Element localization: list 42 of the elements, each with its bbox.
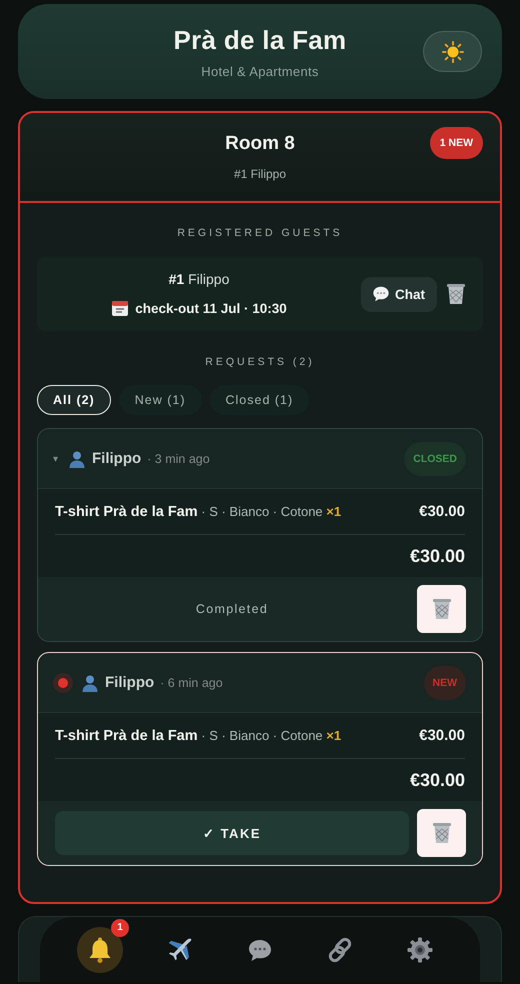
product-line: T-shirt Prà de la Fam · S · Bianco · Cotone ×1 (55, 504, 342, 520)
calendar-icon (111, 299, 130, 317)
notification-badge: 1 (111, 918, 129, 936)
request-time: · 3 min ago (147, 452, 211, 466)
guest-name: #1 Filippo (168, 271, 230, 287)
checkout-time: check-out 11 Jul · 10:30 (135, 300, 287, 316)
total-price: €30.00 (408, 544, 465, 568)
request-time: · 6 min ago (160, 676, 224, 690)
chat-button[interactable]: Chat (361, 276, 437, 312)
gear-icon (406, 936, 434, 964)
hotel-title: Prà de la Fam (174, 24, 346, 56)
trash-can-icon (430, 821, 452, 845)
theme-toggle-button[interactable] (423, 31, 482, 72)
trash-can-icon (430, 597, 452, 621)
filter-tab[interactable]: Closed (1) (210, 385, 310, 415)
room-subtitle: #1 Filippo (234, 167, 286, 181)
person-icon (81, 674, 99, 692)
section-heading: REGISTERED GUESTS (176, 227, 344, 239)
item-price: €30.00 (419, 727, 465, 744)
filter-tab[interactable]: All (2) (37, 385, 111, 415)
section-heading: REQUESTS (2) (204, 356, 316, 368)
room-title: Room 8 (225, 133, 295, 155)
take-button[interactable]: ✓ TAKE (55, 811, 409, 855)
delete-button[interactable] (445, 282, 467, 306)
product-line: T-shirt Prà de la Fam · S · Bianco · Cotone ×1 (55, 728, 342, 744)
guest-name: Filippo (92, 450, 142, 467)
status-badge: NEW (424, 666, 466, 700)
hotel-subtitle: Hotel & Apartments (201, 64, 319, 78)
new-count-badge: 1 NEW (430, 127, 483, 159)
guest-name: Filippo (105, 674, 154, 691)
person-icon (68, 450, 86, 468)
item-price: €30.00 (419, 503, 465, 520)
status-note: Completed (194, 602, 270, 616)
trash-can-icon (445, 282, 467, 306)
speech-bubble-icon (372, 285, 390, 303)
sun-icon (442, 40, 464, 62)
expand-toggle[interactable]: ▾ (53, 452, 58, 464)
link-icon (326, 936, 354, 964)
filter-tab[interactable]: New (1) (118, 385, 202, 415)
total-price: €30.00 (408, 768, 465, 792)
status-badge: CLOSED (404, 442, 466, 476)
unread-dot (53, 672, 73, 692)
